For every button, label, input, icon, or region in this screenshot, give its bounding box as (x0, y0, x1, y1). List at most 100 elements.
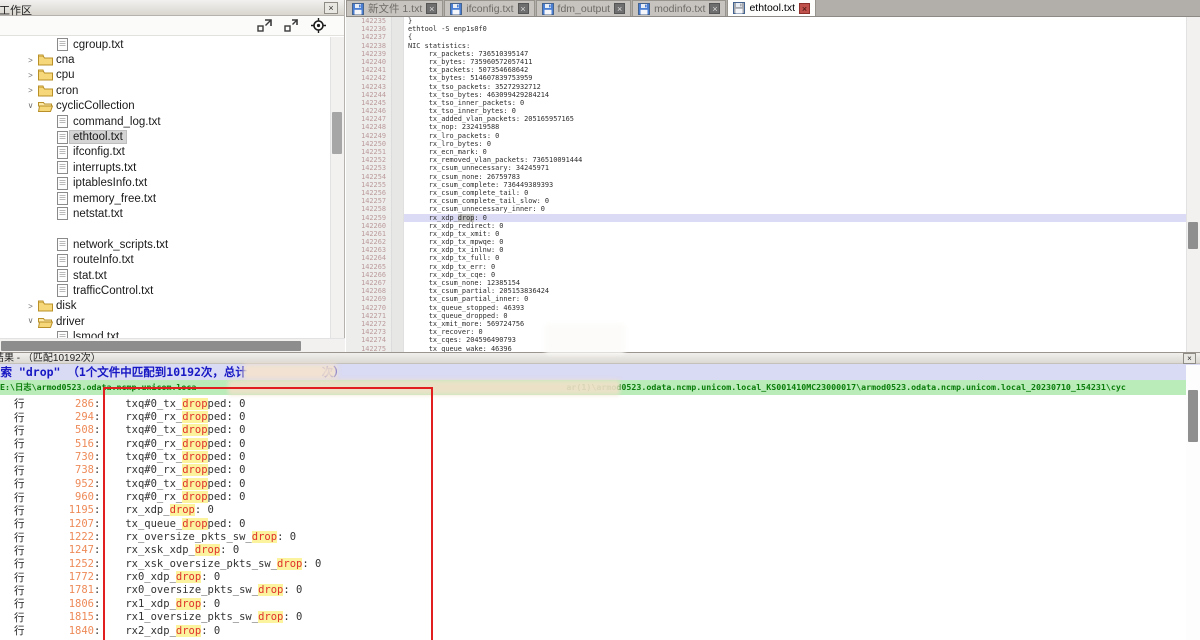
editor-line[interactable]: 142274 tx_cqes: 204596490793 (346, 336, 1186, 344)
editor-line[interactable]: 142263 rx_xdp_tx_inlnw: 0 (346, 246, 1186, 254)
search-result-row[interactable]: 行286:txq#0_tx_dropped: 0 (0, 397, 1186, 410)
chevron-right-icon[interactable]: > (24, 71, 37, 80)
tree-item-disk[interactable]: >disk (0, 299, 330, 314)
tab-close-icon[interactable]: × (709, 3, 720, 14)
tab-close-icon[interactable]: × (799, 3, 810, 14)
tree-item-netstat.txt[interactable]: netstat.txt (0, 206, 330, 221)
collapse-all-icon[interactable] (284, 19, 299, 32)
editor-line[interactable]: 142246 tx_tso_inner_bytes: 0 (346, 107, 1186, 115)
editor-line[interactable]: 142265 rx_xdp_tx_err: 0 (346, 263, 1186, 271)
editor-line[interactable]: 142239 rx_packets: 736510395147 (346, 50, 1186, 58)
editor-line[interactable]: 142236ethtool -S enp1s0f0 (346, 25, 1186, 33)
editor-line[interactable]: 142256 rx_csum_complete_tail: 0 (346, 189, 1186, 197)
editor-line[interactable]: 142235} (346, 17, 1186, 25)
editor-vertical-scrollbar-thumb[interactable] (1188, 222, 1198, 249)
search-summary-row[interactable]: 搜索 "drop" （1个文件中匹配到10192次，总计 次） (0, 364, 1200, 380)
editor-line[interactable]: 142238NIC statistics: (346, 42, 1186, 50)
editor-line[interactable]: 142259 rx_xdp_drop: 0 (346, 214, 1186, 222)
editor-line[interactable]: 142241 tx_packets: 507354668642 (346, 66, 1186, 74)
results-vertical-scrollbar-thumb[interactable] (1188, 390, 1198, 442)
tree-item-routeInfo.txt[interactable]: routeInfo.txt (0, 252, 330, 267)
search-result-row[interactable]: 行1247:rx_xsk_xdp_drop: 0 (0, 544, 1186, 557)
editor-line[interactable]: 142257 rx_csum_complete_tail_slow: 0 (346, 197, 1186, 205)
search-result-row[interactable]: 行1781:rx0_oversize_pkts_sw_drop: 0 (0, 584, 1186, 597)
editor-line[interactable]: 142247 tx_added_vlan_packets: 2051659571… (346, 115, 1186, 123)
results-close-icon[interactable]: × (1183, 353, 1196, 364)
search-result-row[interactable]: 行738:rxq#0_rx_dropped: 0 (0, 464, 1186, 477)
editor-line[interactable]: 142248 tx_nop: 232419588 (346, 123, 1186, 131)
expand-all-icon[interactable] (257, 19, 272, 32)
tree-vertical-scrollbar-thumb[interactable] (332, 112, 342, 154)
tree-item-cna[interactable]: >cna (0, 52, 330, 67)
locate-file-icon[interactable] (311, 18, 326, 33)
editor-line[interactable]: 142243 tx_tso_packets: 35272932712 (346, 83, 1186, 91)
editor-line[interactable]: 142254 rx_csum_none: 26759783 (346, 173, 1186, 181)
editor-line[interactable]: 142258 rx_csum_unnecessary_inner: 0 (346, 205, 1186, 213)
tree-item-cpu[interactable]: >cpu (0, 68, 330, 83)
editor-text-area[interactable]: 142235}142236ethtool -S enp1s0f0142237{1… (346, 17, 1186, 352)
tree-item-cron[interactable]: >cron (0, 83, 330, 98)
tree-item-lsmod.txt[interactable]: lsmod.txt (0, 329, 330, 338)
tab-close-icon[interactable]: × (518, 3, 529, 14)
tab-close-icon[interactable]: × (426, 3, 437, 14)
editor-line[interactable]: 142264 rx_xdp_tx_full: 0 (346, 254, 1186, 262)
search-result-row[interactable]: 行1772:rx0_xdp_drop: 0 (0, 570, 1186, 583)
tab-ifconfig.txt[interactable]: ifconfig.txt× (444, 0, 534, 16)
search-result-row[interactable]: 行294:rxq#0_rx_dropped: 0 (0, 410, 1186, 423)
editor-line[interactable]: 142245 tx_tso_inner_packets: 0 (346, 99, 1186, 107)
editor-line[interactable]: 142269 tx_csum_partial_inner: 0 (346, 295, 1186, 303)
search-result-row[interactable]: 行1815:rx1_oversize_pkts_sw_drop: 0 (0, 611, 1186, 624)
chevron-right-icon[interactable]: > (24, 302, 37, 311)
search-result-row[interactable]: 行1840:rx2_xdp_drop: 0 (0, 624, 1186, 637)
chevron-down-icon[interactable]: ∨ (24, 101, 37, 110)
search-result-row[interactable]: 行516:rxq#0_rx_dropped: 0 (0, 437, 1186, 450)
editor-line[interactable]: 142261 rx_xdp_tx_xmit: 0 (346, 230, 1186, 238)
search-result-row[interactable]: 行960:rxq#0_rx_dropped: 0 (0, 490, 1186, 503)
chevron-right-icon[interactable]: > (24, 56, 37, 65)
editor-vertical-scrollbar[interactable] (1186, 17, 1200, 352)
tree-item-interrupts.txt[interactable]: interrupts.txt (0, 160, 330, 175)
tab-modinfo.txt[interactable]: modinfo.txt× (632, 0, 726, 16)
tree-item-network_scripts.txt[interactable]: network_scripts.txt (0, 237, 330, 252)
editor-line[interactable]: 142253 rx_csum_unnecessary: 34245971 (346, 164, 1186, 172)
editor-line[interactable]: 142251 rx_ecn_mark: 0 (346, 148, 1186, 156)
editor-line[interactable]: 142271 tx_queue_dropped: 0 (346, 312, 1186, 320)
search-result-row[interactable]: 行1252:rx_xsk_oversize_pkts_sw_drop: 0 (0, 557, 1186, 570)
editor-line[interactable]: 142252 rx_removed_vlan_packets: 73651009… (346, 156, 1186, 164)
search-result-row[interactable]: 行1806:rx1_xdp_drop: 0 (0, 597, 1186, 610)
tab-close-icon[interactable]: × (614, 3, 625, 14)
editor-line[interactable]: 142273 tx_recover: 0 (346, 328, 1186, 336)
tree-item-iptablesInfo.txt[interactable]: iptablesInfo.txt (0, 176, 330, 191)
workspace-close-icon[interactable]: × (324, 2, 338, 14)
tree-vertical-scrollbar[interactable] (330, 37, 344, 338)
search-result-row[interactable]: 行1207:tx_queue_dropped: 0 (0, 517, 1186, 530)
tree-horizontal-scrollbar[interactable] (0, 338, 345, 352)
search-result-row[interactable]: 行508:txq#0_tx_dropped: 0 (0, 424, 1186, 437)
tree-item-ethtool.txt[interactable]: ethtool.txt (0, 129, 330, 144)
tab-新文件 1.txt[interactable]: 新文件 1.txt× (346, 0, 443, 16)
search-result-row[interactable]: 行1222:rx_oversize_pkts_sw_drop: 0 (0, 530, 1186, 543)
editor-line[interactable]: 142237{ (346, 33, 1186, 41)
tree-item-trafficControl.txt[interactable]: trafficControl.txt (0, 283, 330, 298)
search-result-row[interactable]: 行730:txq#0_tx_dropped: 0 (0, 450, 1186, 463)
editor-line[interactable]: 142268 tx_csum_partial: 205153836424 (346, 287, 1186, 295)
tree-item-memory_free.txt[interactable]: memory_free.txt (0, 191, 330, 206)
tab-ethtool.txt[interactable]: ethtool.txt× (727, 0, 816, 16)
tab-fdm_output[interactable]: fdm_output× (536, 0, 632, 16)
editor-line[interactable]: 142260 rx_xdp_redirect: 0 (346, 222, 1186, 230)
editor-line[interactable]: 142244 tx_tso_bytes: 463099429284214 (346, 91, 1186, 99)
editor-line[interactable]: 142250 rx_lro_bytes: 0 (346, 140, 1186, 148)
editor-line[interactable]: 142242 tx_bytes: 514607839753959 (346, 74, 1186, 82)
editor-line[interactable]: 142275 tx_queue_wake: 46396 (346, 345, 1186, 353)
chevron-right-icon[interactable]: > (24, 86, 37, 95)
search-result-row[interactable]: 行952:txq#0_tx_dropped: 0 (0, 477, 1186, 490)
tree-item-ifconfig.txt[interactable]: ifconfig.txt (0, 145, 330, 160)
tree-item-cgroup.txt[interactable]: cgroup.txt (0, 37, 330, 52)
chevron-down-icon[interactable]: ∨ (24, 316, 37, 325)
tree-item-cyclicCollection[interactable]: ∨cyclicCollection (0, 99, 330, 114)
tree-horizontal-scrollbar-thumb[interactable] (1, 341, 301, 351)
tree-item-driver[interactable]: ∨driver (0, 314, 330, 329)
tree-item-command_log.txt[interactable]: command_log.txt (0, 114, 330, 129)
editor-line[interactable]: 142267 tx_csum_none: 12385154 (346, 279, 1186, 287)
search-result-row[interactable]: 行1195:rx_xdp_drop: 0 (0, 504, 1186, 517)
